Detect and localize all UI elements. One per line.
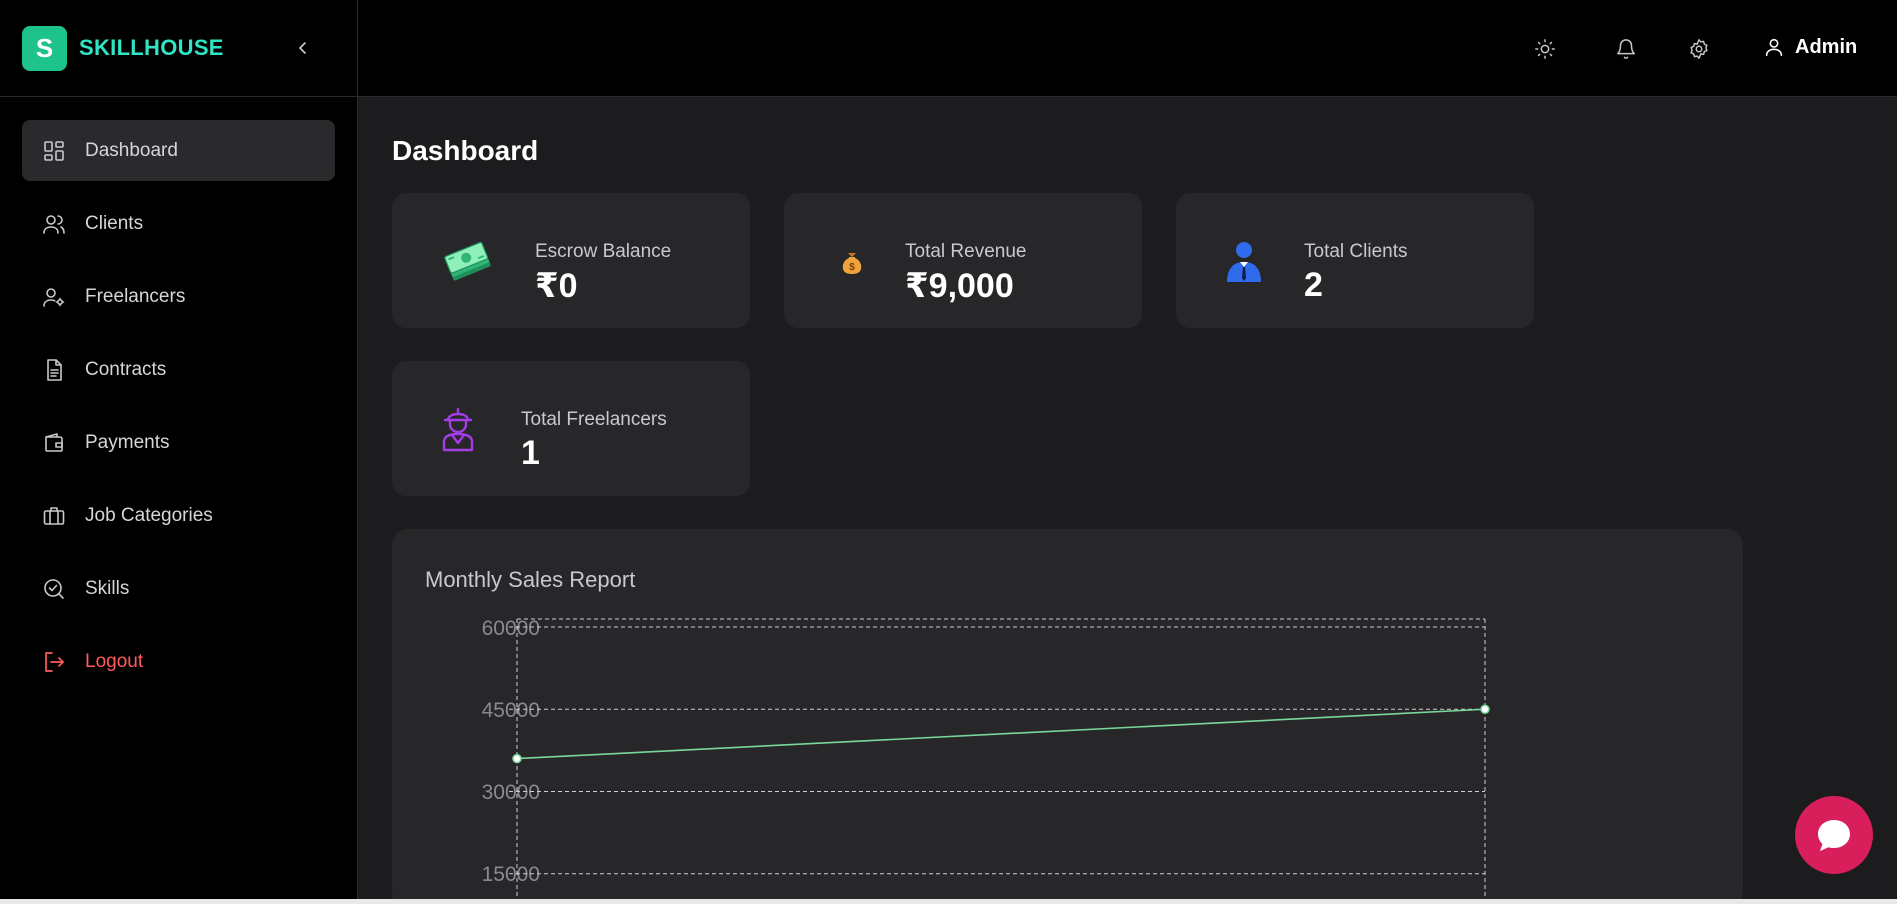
user-menu[interactable]: Admin <box>1761 34 1857 60</box>
theme-toggle-button[interactable] <box>1531 35 1559 63</box>
user-name: Admin <box>1795 35 1858 58</box>
notifications-button[interactable] <box>1612 35 1640 63</box>
freelancer-icon <box>431 403 485 457</box>
collapse-sidebar-button[interactable] <box>289 34 317 62</box>
client-person-icon <box>1217 235 1271 289</box>
stat-card-escrow-balance: Escrow Balance ₹0 <box>392 193 750 328</box>
sidebar-item-label: Payments <box>85 431 170 453</box>
sidebar-item-label: Dashboard <box>85 139 178 161</box>
sidebar: S SKILLHOUSE Dashboard Clients Freelance… <box>0 0 358 904</box>
sidebar-item-logout[interactable]: Logout <box>22 631 335 692</box>
logout-icon <box>40 648 68 676</box>
app-root: S SKILLHOUSE Dashboard Clients Freelance… <box>0 0 1897 904</box>
sidebar-item-clients[interactable]: Clients <box>22 193 335 254</box>
sidebar-item-freelancers[interactable]: Freelancers <box>22 266 335 327</box>
sidebar-item-label: Skills <box>85 577 130 599</box>
stat-label: Total Revenue <box>905 241 1027 262</box>
wallet-icon <box>40 429 68 457</box>
data-point[interactable] <box>1480 704 1490 714</box>
y-tick-label: 30000 <box>482 781 540 804</box>
y-tick-label: 60000 <box>482 617 540 640</box>
svg-text:$: $ <box>849 262 855 273</box>
data-point[interactable] <box>512 753 522 764</box>
window-bottom-edge <box>0 899 1897 904</box>
brand-logo[interactable]: S <box>22 25 67 71</box>
brand-name[interactable]: SKILLHOUSE <box>79 35 224 61</box>
y-tick-label: 15000 <box>482 863 540 886</box>
sidebar-nav: Dashboard Clients Freelancers Contracts <box>0 97 357 692</box>
badge-check-icon <box>40 575 68 603</box>
stat-card-total-freelancers: Total Freelancers 1 <box>392 361 750 496</box>
sidebar-item-label: Contracts <box>85 358 167 380</box>
chat-button[interactable] <box>1795 796 1873 874</box>
series-line <box>516 708 1486 760</box>
stat-value: ₹0 <box>535 267 578 305</box>
users-icon <box>40 210 68 238</box>
sidebar-item-dashboard[interactable]: Dashboard <box>22 120 335 181</box>
stat-card-total-clients: Total Clients 2 <box>1176 193 1534 328</box>
sidebar-item-skills[interactable]: Skills <box>22 558 335 619</box>
sidebar-item-label: Logout <box>85 650 144 672</box>
money-bag-icon: $ <box>825 235 879 289</box>
gear-icon <box>1690 39 1708 59</box>
document-icon <box>40 356 68 384</box>
chat-bubble-icon <box>1818 820 1850 851</box>
y-tick-label: 45000 <box>482 699 540 722</box>
dashboard-icon <box>40 137 68 165</box>
page-title: Dashboard <box>392 135 539 166</box>
stat-label: Total Freelancers <box>521 409 667 430</box>
chevron-left-icon <box>299 42 306 54</box>
chart-plot: 60000 45000 30000 15000 <box>482 617 1490 904</box>
settings-button[interactable] <box>1685 35 1713 63</box>
sidebar-item-label: Freelancers <box>85 285 186 307</box>
bell-icon <box>1617 39 1635 59</box>
monthly-sales-chart: Monthly Sales Report 60000 45000 30000 1… <box>392 529 1743 904</box>
user-gear-icon <box>40 283 68 311</box>
sun-icon <box>1535 39 1555 59</box>
stat-label: Escrow Balance <box>535 241 672 262</box>
sidebar-item-label: Clients <box>85 212 144 234</box>
brand: S SKILLHOUSE <box>0 0 357 97</box>
stat-card-total-revenue: $ Total Revenue ₹9,000 <box>784 193 1142 328</box>
sidebar-item-payments[interactable]: Payments <box>22 412 335 473</box>
stat-value: 2 <box>1304 266 1323 304</box>
money-stack-icon <box>442 235 496 289</box>
briefcase-icon <box>40 502 68 530</box>
top-bar: Admin <box>358 0 1897 97</box>
stat-value: 1 <box>521 434 540 472</box>
main-content: Dashboard Escrow Balance ₹0 $ Total Reve… <box>358 97 1897 904</box>
sidebar-item-job-categories[interactable]: Job Categories <box>22 485 335 546</box>
stat-label: Total Clients <box>1304 241 1408 262</box>
user-icon <box>1761 34 1787 60</box>
sidebar-item-label: Job Categories <box>85 504 213 526</box>
stat-value: ₹9,000 <box>905 267 1014 305</box>
sidebar-item-contracts[interactable]: Contracts <box>22 339 335 400</box>
